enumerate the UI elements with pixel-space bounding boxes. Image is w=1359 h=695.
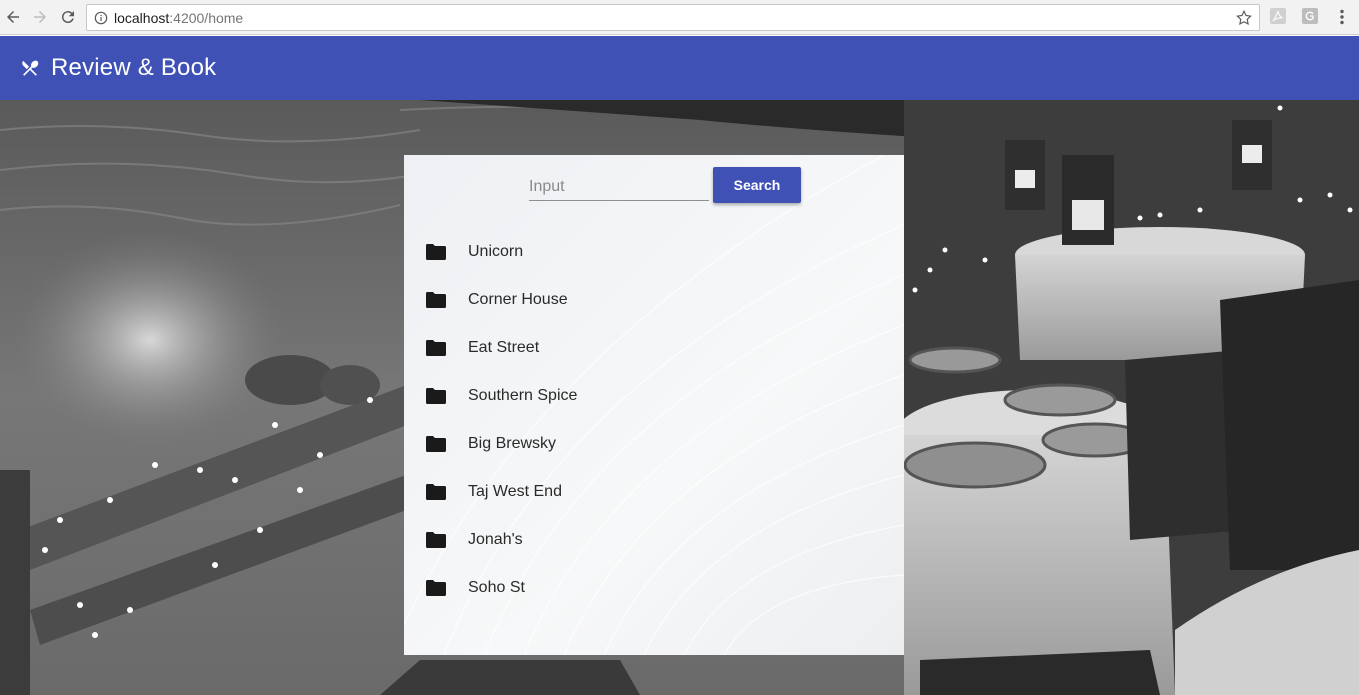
list-item[interactable]: Soho St — [404, 564, 904, 612]
folder-icon — [426, 532, 446, 548]
list-item[interactable]: Unicorn — [404, 228, 904, 276]
url-text: localhost:4200/home — [114, 10, 243, 26]
folder-icon — [426, 484, 446, 500]
list-item[interactable]: Big Brewsky — [404, 420, 904, 468]
folder-icon — [426, 436, 446, 452]
list-item[interactable]: Eat Street — [404, 324, 904, 372]
search-button[interactable]: Search — [713, 167, 801, 203]
list-item-label: Soho St — [468, 579, 525, 596]
star-icon[interactable] — [1235, 9, 1253, 27]
fork-knife-icon — [22, 60, 39, 76]
list-item[interactable]: Taj West End — [404, 468, 904, 516]
folder-icon — [426, 340, 446, 356]
info-icon[interactable] — [94, 11, 108, 25]
app-title: Review & Book — [51, 54, 217, 81]
list-item-label: Big Brewsky — [468, 435, 557, 452]
folder-icon — [426, 580, 446, 596]
url-host: localhost — [114, 10, 170, 26]
list-item-label: Unicorn — [468, 243, 524, 260]
forward-arrow-icon[interactable] — [29, 6, 51, 28]
url-path: :4200/home — [169, 10, 244, 26]
folder-icon — [426, 292, 446, 308]
reload-icon[interactable] — [57, 6, 79, 28]
list-item-label: Corner House — [468, 291, 568, 308]
kebab-menu-icon[interactable] — [1333, 8, 1351, 26]
restaurant-search-card: Search Unicorn Corner House Eat Street S… — [404, 155, 904, 655]
browser-toolbar: localhost:4200/home — [0, 0, 1359, 35]
folder-icon — [426, 244, 446, 260]
extension-g-icon[interactable] — [1302, 8, 1318, 24]
list-item-label: Southern Spice — [468, 387, 578, 404]
folder-icon — [426, 388, 446, 404]
list-item-label: Taj West End — [468, 483, 562, 500]
back-arrow-icon[interactable] — [2, 6, 24, 28]
list-item[interactable]: Jonah's — [404, 516, 904, 564]
search-input[interactable] — [529, 174, 709, 201]
list-item[interactable]: Corner House — [404, 276, 904, 324]
restaurant-list: Unicorn Corner House Eat Street Southern… — [404, 228, 904, 612]
list-item-label: Eat Street — [468, 339, 540, 356]
list-item[interactable]: Southern Spice — [404, 372, 904, 420]
list-item-label: Jonah's — [468, 531, 523, 548]
pdf-extension-icon[interactable] — [1270, 8, 1286, 24]
address-bar[interactable]: localhost:4200/home — [86, 4, 1260, 31]
app-toolbar: Review & Book — [0, 36, 1359, 100]
